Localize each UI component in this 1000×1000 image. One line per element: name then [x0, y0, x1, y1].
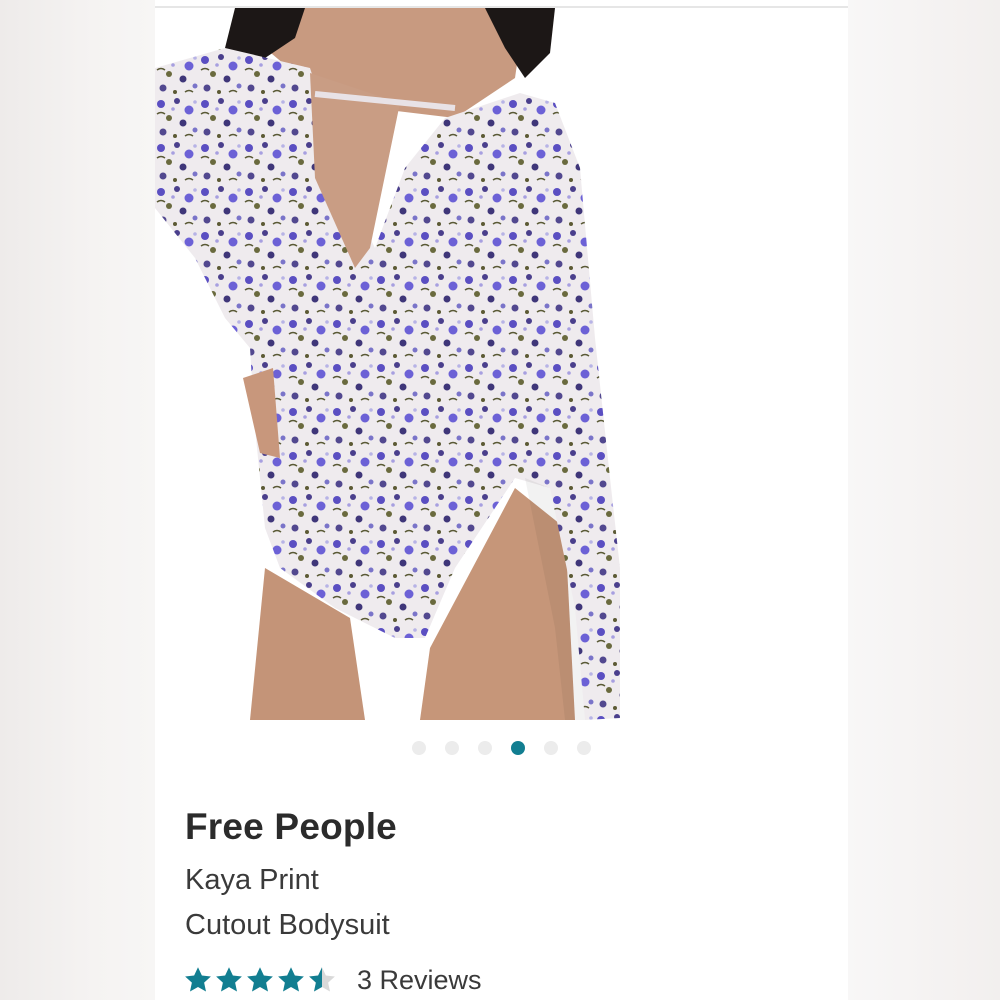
star-icon [183, 965, 213, 995]
carousel-indicator [155, 741, 848, 757]
product-title-line-1: Kaya Print [185, 864, 319, 896]
half-star-icon [307, 965, 337, 995]
rating-row[interactable]: 3 Reviews [183, 960, 482, 1000]
background-right [848, 0, 1000, 1000]
star-rating [183, 965, 337, 995]
product-card: Free People Kaya Print Cutout Bodysuit 3… [155, 0, 848, 1000]
carousel-dot[interactable] [478, 741, 492, 755]
carousel-dot[interactable] [544, 741, 558, 755]
background-left [0, 0, 155, 1000]
carousel-dot[interactable] [577, 741, 591, 755]
reviews-link[interactable]: 3 Reviews [357, 965, 482, 996]
product-image[interactable] [155, 8, 621, 720]
carousel-dot[interactable] [445, 741, 459, 755]
star-icon [276, 965, 306, 995]
carousel-dot[interactable] [412, 741, 426, 755]
carousel-dot-active[interactable] [511, 741, 525, 755]
product-title-line-2: Cutout Bodysuit [185, 909, 390, 941]
brand-name[interactable]: Free People [185, 806, 397, 848]
star-icon [214, 965, 244, 995]
star-icon [245, 965, 275, 995]
